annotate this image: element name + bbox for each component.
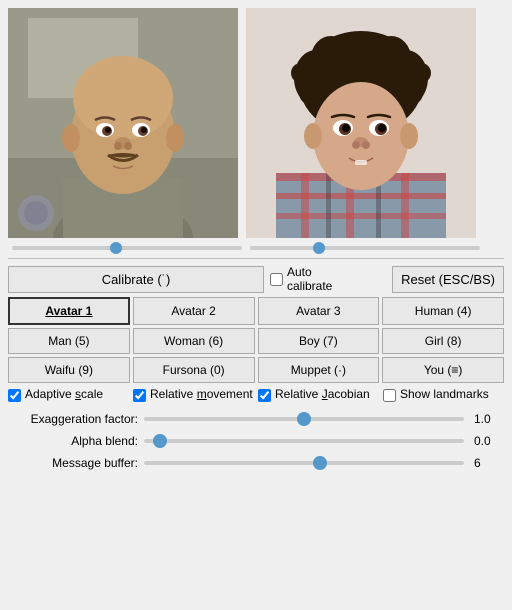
avatar-btn-girl8[interactable]: Girl (8) — [382, 328, 504, 354]
auto-calibrate-checkbox[interactable] — [270, 273, 283, 286]
alpha-blend-label: Alpha blend: — [8, 434, 138, 448]
avatar-btn-human4[interactable]: Human (4) — [382, 297, 504, 325]
exaggeration-label: Exaggeration factor: — [8, 412, 138, 426]
avatar-grid: Avatar 1 Avatar 2 Avatar 3 Human (4) Man… — [8, 297, 504, 383]
auto-calibrate-container: Autocalibrate — [270, 265, 332, 293]
avatar-btn-muppet[interactable]: Muppet (·) — [258, 357, 380, 383]
avatar-position-track[interactable] — [250, 246, 480, 250]
adaptive-scale-checkbox[interactable] — [8, 389, 21, 402]
adaptive-scale-item: Adaptive scale — [8, 387, 129, 403]
message-buffer-track[interactable] — [144, 461, 464, 465]
avatar-display — [246, 8, 476, 238]
exaggeration-value: 1.0 — [474, 412, 504, 426]
show-landmarks-checkbox[interactable] — [383, 389, 396, 402]
image-row — [8, 8, 504, 238]
exaggeration-row: Exaggeration factor: 1.0 — [8, 411, 504, 427]
alpha-blend-thumb[interactable] — [153, 434, 167, 448]
avatar-position-thumb[interactable] — [313, 242, 325, 254]
avatar-btn-man5[interactable]: Man (5) — [8, 328, 130, 354]
relative-movement-checkbox[interactable] — [133, 389, 146, 402]
avatar-btn-avatar2[interactable]: Avatar 2 — [133, 297, 255, 325]
webcam-position-thumb[interactable] — [110, 242, 122, 254]
adaptive-scale-label[interactable]: Adaptive scale — [25, 387, 103, 403]
main-container: Calibrate (˙) Autocalibrate Reset (ESC/B… — [0, 0, 512, 485]
avatar-btn-avatar3[interactable]: Avatar 3 — [258, 297, 380, 325]
avatar-btn-fursona0[interactable]: Fursona (0) — [133, 357, 255, 383]
divider-1 — [8, 258, 504, 259]
avatar-btn-waifu9[interactable]: Waifu (9) — [8, 357, 130, 383]
avatar-btn-avatar1[interactable]: Avatar 1 — [8, 297, 130, 325]
message-buffer-label: Message buffer: — [8, 456, 138, 470]
webcam-position-track[interactable] — [12, 246, 242, 250]
position-slider-row — [8, 246, 504, 250]
webcam-svg — [8, 8, 238, 238]
show-landmarks-label[interactable]: Show landmarks — [400, 387, 489, 403]
avatar-svg — [246, 8, 476, 238]
relative-movement-label[interactable]: Relative movement — [150, 387, 253, 403]
checkbox-row: Adaptive scale Relative movement Relativ… — [8, 387, 504, 403]
relative-jacobian-item: Relative Jacobian — [258, 387, 379, 403]
relative-jacobian-checkbox[interactable] — [258, 389, 271, 402]
exaggeration-track[interactable] — [144, 417, 464, 421]
message-buffer-value: 6 — [474, 456, 504, 470]
alpha-blend-track[interactable] — [144, 439, 464, 443]
calibrate-button[interactable]: Calibrate (˙) — [8, 266, 264, 293]
avatar-btn-boy7[interactable]: Boy (7) — [258, 328, 380, 354]
alpha-blend-value: 0.0 — [474, 434, 504, 448]
alpha-blend-row: Alpha blend: 0.0 — [8, 433, 504, 449]
webcam-feed — [8, 8, 238, 238]
message-buffer-thumb[interactable] — [313, 456, 327, 470]
exaggeration-slider-container — [144, 411, 464, 427]
relative-movement-item: Relative movement — [133, 387, 254, 403]
auto-calibrate-label[interactable]: Autocalibrate — [270, 265, 332, 293]
reset-button[interactable]: Reset (ESC/BS) — [392, 266, 504, 293]
message-buffer-slider-container — [144, 455, 464, 471]
avatar-btn-you[interactable]: You (≡) — [382, 357, 504, 383]
avatar-btn-woman6[interactable]: Woman (6) — [133, 328, 255, 354]
message-buffer-row: Message buffer: 6 — [8, 455, 504, 471]
show-landmarks-item: Show landmarks — [383, 387, 504, 403]
relative-jacobian-label[interactable]: Relative Jacobian — [275, 387, 370, 403]
exaggeration-thumb[interactable] — [297, 412, 311, 426]
auto-calibrate-text: Autocalibrate — [287, 265, 332, 293]
alpha-blend-slider-container — [144, 433, 464, 449]
